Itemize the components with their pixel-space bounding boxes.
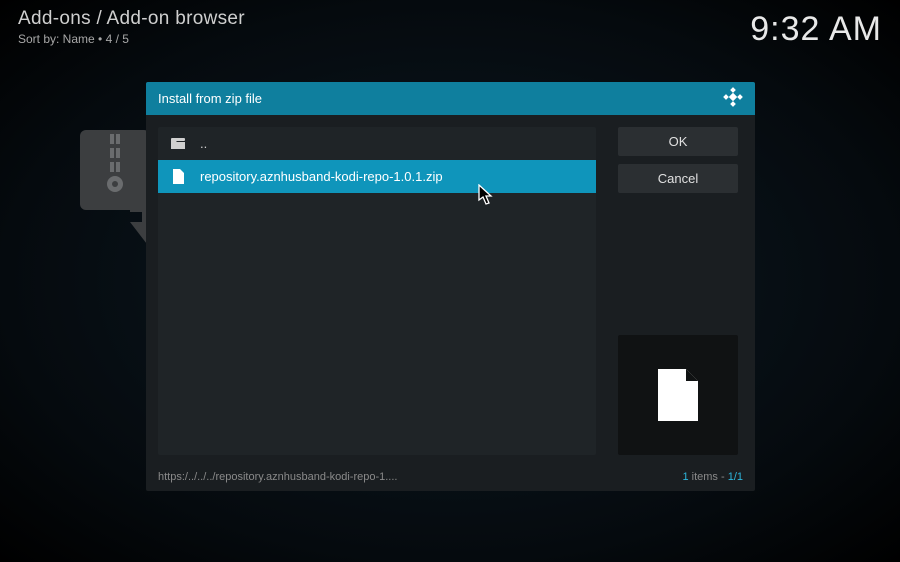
kodi-logo-icon [723,87,743,110]
folder-up-icon [170,138,186,150]
cancel-button[interactable]: Cancel [618,164,738,193]
file-preview [618,335,738,455]
file-preview-icon [656,367,700,423]
dialog-title-bar: Install from zip file [146,82,755,115]
file-row-label: .. [200,136,207,151]
file-list[interactable]: .. repository.aznhusband-kodi-repo-1.0.1… [158,127,596,455]
clock: 9:32 AM [750,10,882,49]
file-row-parent[interactable]: .. [158,127,596,160]
footer-path: https:/../../../repository.aznhusband-ko… [158,471,397,483]
file-icon [170,169,186,184]
footer-item-count: 1 items - 1/1 [682,471,743,483]
dialog-title: Install from zip file [158,91,262,106]
file-row-label: repository.aznhusband-kodi-repo-1.0.1.zi… [200,169,443,184]
file-row-selected[interactable]: repository.aznhusband-kodi-repo-1.0.1.zi… [158,160,596,193]
ok-button[interactable]: OK [618,127,738,156]
install-zip-dialog: Install from zip file [146,82,755,491]
